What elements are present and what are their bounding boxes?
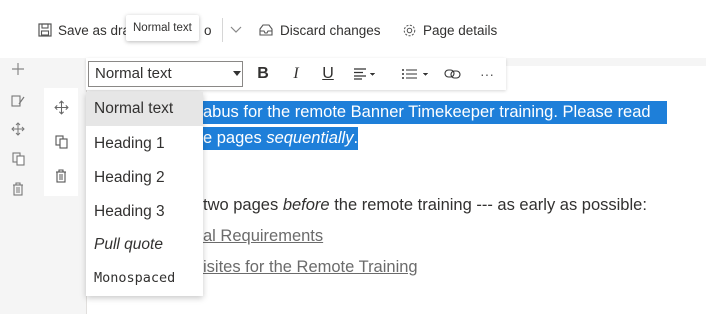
add-section-button[interactable] xyxy=(9,60,27,78)
discard-icon xyxy=(259,24,273,36)
save-icon xyxy=(38,23,52,37)
text-run: e pages xyxy=(203,129,267,147)
move-webpart-button[interactable] xyxy=(50,96,72,118)
text-line-3[interactable]: two pages before the remote training ---… xyxy=(203,193,647,217)
italic-run: before xyxy=(282,196,330,214)
italic-button[interactable]: I xyxy=(288,62,304,86)
tooltip: Normal text xyxy=(126,15,199,41)
menu-item-heading-1[interactable]: Heading 1 xyxy=(86,127,203,161)
duplicate-webpart-button[interactable] xyxy=(50,131,72,153)
copy-icon xyxy=(54,135,68,149)
save-as-draft-label: Save as dra xyxy=(58,22,131,38)
copy-icon xyxy=(11,152,25,166)
italic-run: sequentially xyxy=(266,129,354,147)
bold-button[interactable]: B xyxy=(255,62,271,86)
discard-changes-button[interactable]: Discard changes xyxy=(258,20,381,40)
page-details-button[interactable]: Page details xyxy=(402,20,497,40)
bullet-list-icon xyxy=(402,69,429,79)
underline-button[interactable]: U xyxy=(320,62,336,86)
delete-webpart-button[interactable] xyxy=(50,165,72,187)
link-prerequisites[interactable]: isites for the Remote Training xyxy=(203,255,418,279)
divider xyxy=(222,18,223,42)
caret-down-icon xyxy=(233,71,241,76)
menu-item-heading-3[interactable]: Heading 3 xyxy=(86,195,203,229)
move-icon xyxy=(53,99,69,115)
text-line-1[interactable]: abus for the remote Banner Timekeeper tr… xyxy=(203,100,667,124)
more-options-button[interactable]: ··· xyxy=(476,62,498,86)
save-label-partial: o xyxy=(204,22,212,38)
menu-item-heading-2[interactable]: Heading 2 xyxy=(86,161,203,195)
trash-icon xyxy=(13,182,23,196)
gear-icon xyxy=(403,24,416,36)
menu-item-normal-text[interactable]: Normal text xyxy=(86,92,203,126)
edit-section-button[interactable] xyxy=(9,92,27,110)
text-run: the remote training --- as early as poss… xyxy=(329,196,647,214)
list-button[interactable] xyxy=(400,62,434,86)
delete-section-button[interactable] xyxy=(9,180,27,198)
expand-chevron[interactable] xyxy=(230,20,248,40)
align-button[interactable] xyxy=(352,62,378,86)
chevron-down-icon xyxy=(230,26,242,33)
duplicate-section-button[interactable] xyxy=(9,150,27,168)
move-section-button[interactable] xyxy=(9,120,27,138)
save-as-draft-button[interactable]: Save as dra xyxy=(38,20,130,40)
menu-item-monospaced[interactable]: Monospaced xyxy=(86,261,203,295)
text-run: . xyxy=(353,129,359,147)
menu-item-pull-quote[interactable]: Pull quote xyxy=(86,228,203,262)
selected-text: abus for the remote Banner Timekeeper tr… xyxy=(203,101,667,124)
trash-icon xyxy=(56,169,66,183)
plus-icon xyxy=(12,63,24,75)
text-line-2[interactable]: e pages sequentially. xyxy=(203,126,359,150)
edit-icon xyxy=(11,95,25,107)
text-style-dropdown[interactable]: Normal text xyxy=(88,61,243,87)
text-run: two pages xyxy=(203,196,283,214)
align-left-icon xyxy=(354,68,376,80)
link-button[interactable] xyxy=(443,62,463,86)
page-details-label: Page details xyxy=(423,22,498,38)
discard-changes-label: Discard changes xyxy=(280,22,381,38)
link-icon xyxy=(444,69,461,79)
selected-text: e pages sequentially. xyxy=(203,127,359,150)
link-requirements[interactable]: al Requirements xyxy=(203,224,323,248)
move-icon xyxy=(11,122,25,136)
